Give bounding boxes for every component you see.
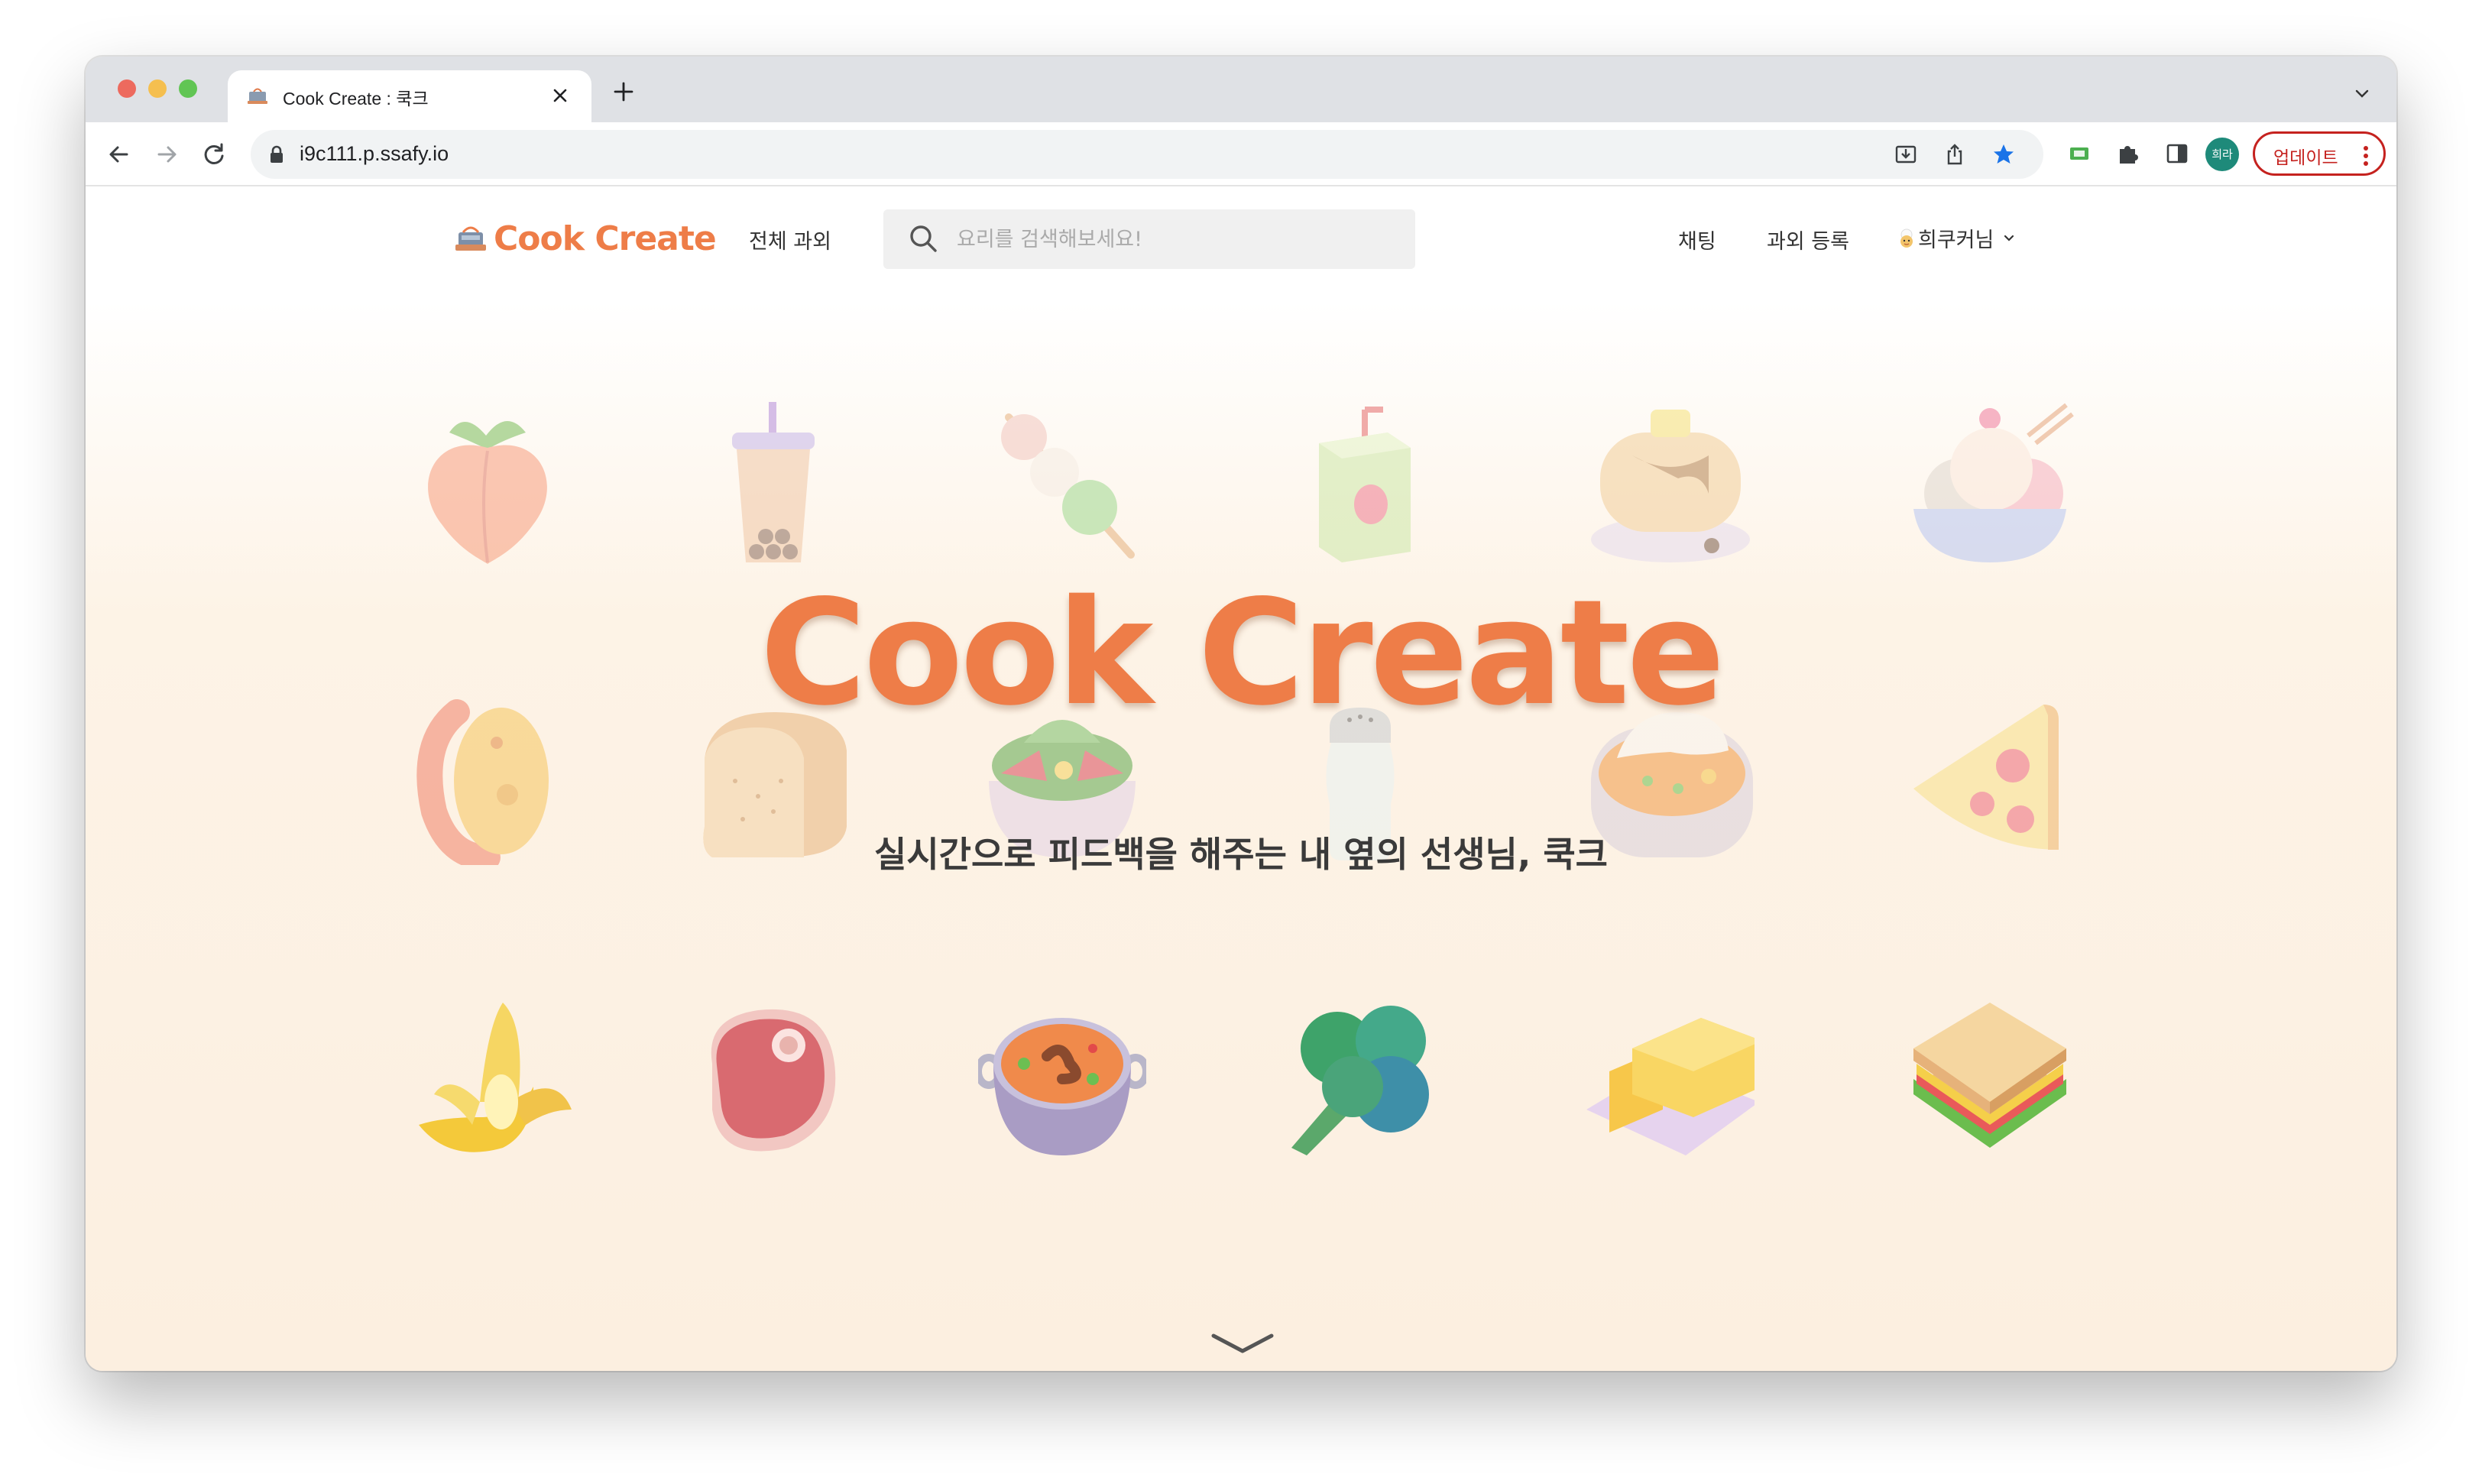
peach-icon: [428, 420, 547, 564]
bookmark-star-icon[interactable]: [1991, 142, 2016, 167]
page-content: Cook Create 전체 과외 채팅 과외 등록: [86, 186, 2396, 1371]
browser-toolbar: i9c111.p.ssafy.io 희라 업데이트: [86, 122, 2396, 186]
search-icon[interactable]: [908, 223, 938, 254]
butter-icon: [1586, 1018, 1755, 1155]
nav-register-lesson[interactable]: 과외 등록: [1767, 225, 1849, 254]
juice-box-icon: [1319, 407, 1411, 562]
banana-icon: [419, 1003, 572, 1152]
hero-title: Cook Create: [760, 569, 1725, 737]
lock-icon[interactable]: [269, 145, 284, 164]
nav-all-lessons[interactable]: 전체 과외: [749, 225, 831, 254]
scroll-down-chevron-icon[interactable]: [1210, 1330, 1275, 1357]
tab-favicon-icon: [248, 88, 267, 104]
tab-title: Cook Create : 쿡크: [283, 89, 429, 109]
side-panel-icon[interactable]: [2164, 141, 2190, 167]
hero-subtitle: 실시간으로 피드백을 해주는 내 옆의 선생님, 쿡크: [874, 834, 1608, 875]
new-tab-icon[interactable]: [613, 81, 634, 102]
url-text[interactable]: i9c111.p.ssafy.io: [300, 142, 449, 166]
extensions-puzzle-icon[interactable]: [2115, 141, 2141, 167]
tab-search-chevron-icon[interactable]: [2354, 86, 2370, 102]
user-name: 희쿠커님: [1918, 228, 1994, 252]
chevron-down-icon: [2004, 235, 2014, 241]
profile-avatar[interactable]: 희라: [2205, 138, 2239, 171]
back-arrow-icon[interactable]: [104, 139, 134, 170]
reload-icon[interactable]: [199, 139, 229, 170]
minimize-window-button[interactable]: [148, 79, 167, 98]
stew-pot-icon: [978, 1018, 1146, 1155]
close-window-button[interactable]: [118, 79, 136, 98]
more-menu-icon: [2364, 146, 2368, 166]
browser-window: Cook Create : 쿡크 i9c111.p.ssafy.io 희라 업데…: [86, 57, 2396, 1371]
sandwich-icon: [1913, 1003, 2066, 1148]
logo-text: Cook Create: [494, 219, 717, 258]
close-tab-icon[interactable]: [549, 84, 572, 107]
pot-logo-icon: [455, 226, 486, 251]
nav-chat[interactable]: 채팅: [1678, 225, 1716, 254]
forward-arrow-icon[interactable]: [151, 139, 182, 170]
user-menu[interactable]: 희쿠커님: [1897, 223, 2015, 253]
bubble-tea-icon: [732, 402, 815, 562]
search-input[interactable]: [957, 220, 1400, 258]
share-icon[interactable]: [1943, 142, 1967, 167]
tab-strip: Cook Create : 쿡크: [86, 57, 2396, 122]
install-app-icon[interactable]: [1894, 142, 1918, 167]
maximize-window-button[interactable]: [179, 79, 197, 98]
dango-icon: [1001, 413, 1135, 559]
update-button[interactable]: 업데이트: [2253, 131, 2386, 176]
broccoli-icon: [1291, 1006, 1429, 1155]
search-box[interactable]: [883, 209, 1415, 269]
pancakes-icon: [1591, 410, 1750, 562]
meat-icon: [711, 1009, 836, 1152]
site-logo[interactable]: Cook Create: [452, 214, 717, 263]
browser-tab-active[interactable]: Cook Create : 쿡크: [228, 70, 591, 122]
chef-avatar-icon: [1900, 228, 1913, 248]
address-bar[interactable]: i9c111.p.ssafy.io: [251, 130, 2043, 179]
ice-cream-icon: [1913, 403, 2074, 562]
update-button-label: 업데이트: [2273, 148, 2338, 168]
site-header: Cook Create 전체 과외 채팅 과외 등록: [86, 186, 2396, 293]
extension-green-icon[interactable]: [2066, 141, 2092, 167]
